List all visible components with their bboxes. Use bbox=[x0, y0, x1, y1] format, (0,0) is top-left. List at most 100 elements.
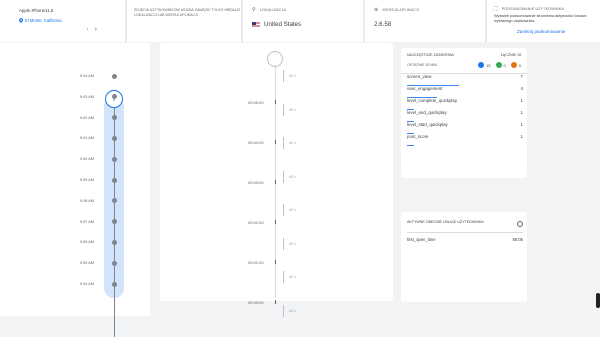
top-event-row[interactable]: screen_view 7 bbox=[407, 74, 523, 86]
location-card[interactable]: ⚲ Lokalizacja United States bbox=[243, 0, 363, 42]
app-version-value: 2.6.58 bbox=[374, 21, 392, 28]
device-name: Apple iPhone11,6 bbox=[19, 8, 54, 13]
gap-duration-label: 60 s bbox=[289, 174, 296, 179]
timeline-minute-dot[interactable] bbox=[111, 177, 117, 183]
top-event-row[interactable]: level_complete_quickplay 1 bbox=[407, 98, 523, 110]
timeline-time-label: 9:42 AM bbox=[80, 115, 94, 120]
top-events-total: Łącznie 15 bbox=[500, 53, 521, 57]
timeline-time-label: 9:43 AM bbox=[80, 94, 94, 99]
gap-line bbox=[283, 137, 284, 149]
top-event-row[interactable]: post_score 1 bbox=[407, 134, 523, 146]
location-value: United States bbox=[252, 21, 363, 28]
stream-time-label: 09:44:00 bbox=[248, 140, 264, 145]
timeline-time-label: 9:41 AM bbox=[80, 136, 94, 141]
gap-duration-label: 60 s bbox=[289, 308, 296, 313]
timeline-time-label: 9:38 AM bbox=[80, 198, 94, 203]
user-summary-card: ⛶ Podsumowanie użytkownika Wyświetl pods… bbox=[487, 0, 600, 42]
top-events-header: Najczęstsze zdarzenia Łącznie 15 bbox=[407, 53, 521, 57]
property-value: 86:05 bbox=[512, 237, 523, 242]
device-location-label: El Monte, California bbox=[25, 18, 62, 23]
top-event-row[interactable]: level_start_quickplay 1 bbox=[407, 122, 523, 134]
clock-icon[interactable] bbox=[517, 221, 523, 227]
timeline-minute-dot[interactable] bbox=[111, 198, 117, 204]
top-event-row[interactable]: level_end_quickplay 1 bbox=[407, 110, 523, 122]
top-events-title: Najczęstsze zdarzenia bbox=[407, 53, 454, 57]
gap-line bbox=[283, 237, 284, 250]
timeline-time-label: 9:40 AM bbox=[80, 157, 94, 162]
event-badge-count: 0 bbox=[518, 62, 521, 68]
timeline-time-label: 9:34 AM bbox=[80, 282, 94, 286]
event-stream-panel: 09:45:00 09:44:00 09:43:00 09:42:00 09:41:00… bbox=[160, 43, 393, 317]
prev-user-button[interactable]: ‹ bbox=[86, 26, 94, 33]
gap-duration-label: 60 s bbox=[289, 241, 296, 246]
device-card: Apple iPhone11,6 El Monte, California ‹› bbox=[0, 0, 125, 42]
app-version-header: ⊛ Wersja aplikacji bbox=[374, 7, 485, 13]
user-summary-header: ⛶ Podsumowanie użytkownika bbox=[494, 6, 600, 12]
timeline-minute-dot[interactable] bbox=[111, 260, 117, 266]
filter-notice: Zdjęcia użytkowników można zawęzić tylko… bbox=[127, 0, 241, 42]
timeline-minute-dot[interactable] bbox=[111, 115, 117, 121]
event-count: 1 bbox=[520, 98, 523, 103]
gap-line bbox=[283, 170, 284, 183]
location-header: ⚲ Lokalizacja bbox=[252, 7, 363, 13]
active-properties-title: Aktywne obecnie usługi użytkownika bbox=[407, 220, 484, 224]
event-badge-orange: 0 bbox=[510, 62, 521, 68]
gap-line bbox=[283, 204, 284, 216]
event-badge-count: 15 bbox=[486, 62, 491, 68]
filter-notice-text: Zdjęcia użytkowników można zawęzić tylko… bbox=[134, 8, 241, 18]
gap-duration-label: 60 s bbox=[289, 107, 296, 112]
gap-duration-label: 60 s bbox=[289, 141, 296, 145]
user-summary-icon: ⛶ bbox=[494, 6, 498, 12]
app-version-header-label: Wersja aplikacji bbox=[382, 8, 420, 12]
timeline-minute-dot[interactable] bbox=[111, 219, 117, 225]
gap-duration-label: 60 s bbox=[289, 208, 296, 212]
event-badge-green: 0 bbox=[495, 62, 506, 68]
top-events-subheader: Ostatnie 30 min 15 0 0 bbox=[407, 62, 521, 68]
event-count: 4 bbox=[520, 86, 523, 91]
event-count: 1 bbox=[520, 110, 523, 115]
pin-icon: ⚲ bbox=[252, 7, 256, 13]
user-summary-title: Podsumowanie użytkownika bbox=[501, 7, 565, 11]
stream-start-marker[interactable] bbox=[267, 51, 283, 67]
timeline-minute-dot[interactable] bbox=[111, 281, 117, 287]
property-row[interactable]: first_open_time 86:05 bbox=[407, 232, 523, 242]
event-type-badges: 15 0 0 bbox=[478, 62, 521, 68]
gap-line bbox=[283, 304, 284, 317]
error-dot-icon bbox=[510, 62, 517, 68]
property-name: first_open_time bbox=[407, 237, 436, 242]
stream-minute-tick bbox=[274, 300, 276, 304]
stream-minute-tick bbox=[274, 180, 276, 184]
next-user-button[interactable]: › bbox=[95, 26, 103, 33]
timeline-minute-dot[interactable] bbox=[111, 135, 117, 141]
device-location: El Monte, California bbox=[19, 18, 125, 23]
location-value-label: United States bbox=[264, 21, 302, 28]
minute-timeline: 0 9:44 AM9:43 AM9:42 AM9:41 AM9:40 AM9:3… bbox=[0, 43, 150, 337]
timeline-minute-dot[interactable] bbox=[111, 156, 117, 162]
timeline-minute-dot[interactable] bbox=[111, 94, 117, 100]
gap-line bbox=[283, 271, 284, 283]
top-event-row[interactable]: user_engagement 4 bbox=[407, 86, 523, 98]
stream-minute-tick bbox=[274, 260, 276, 264]
app-version-card[interactable]: ⊛ Wersja aplikacji 2.6.58 bbox=[365, 0, 485, 42]
stream-minute-tick bbox=[274, 100, 276, 104]
stream-minute-tick bbox=[274, 140, 276, 144]
timeline-minute-dot[interactable] bbox=[111, 73, 117, 79]
stream-time-label: 09:45:00 bbox=[248, 100, 264, 105]
version-icon: ⊛ bbox=[374, 7, 379, 13]
event-name: level_complete_quickplay bbox=[407, 98, 458, 103]
event-count: 7 bbox=[520, 74, 523, 79]
location-pin-icon bbox=[19, 18, 23, 23]
gap-duration-label: 50 s bbox=[289, 74, 296, 78]
close-summary-link[interactable]: Zamknij podsumowanie bbox=[517, 29, 565, 34]
gap-duration-label: 60 s bbox=[289, 275, 296, 279]
event-badge-count: 0 bbox=[503, 62, 506, 68]
top-events-range: Ostatnie 30 min bbox=[407, 63, 438, 67]
event-dot-icon bbox=[478, 62, 485, 68]
timeline-time-label: 9:36 AM bbox=[80, 240, 94, 245]
conversion-dot-icon bbox=[495, 62, 502, 68]
event-count: 1 bbox=[520, 122, 523, 127]
stream-time-label: 09:41:00 bbox=[248, 260, 264, 265]
timeline-minute-dot[interactable] bbox=[111, 239, 117, 245]
scrollbar[interactable] bbox=[596, 293, 600, 308]
timeline-time-label: 9:37 AM bbox=[80, 219, 94, 224]
